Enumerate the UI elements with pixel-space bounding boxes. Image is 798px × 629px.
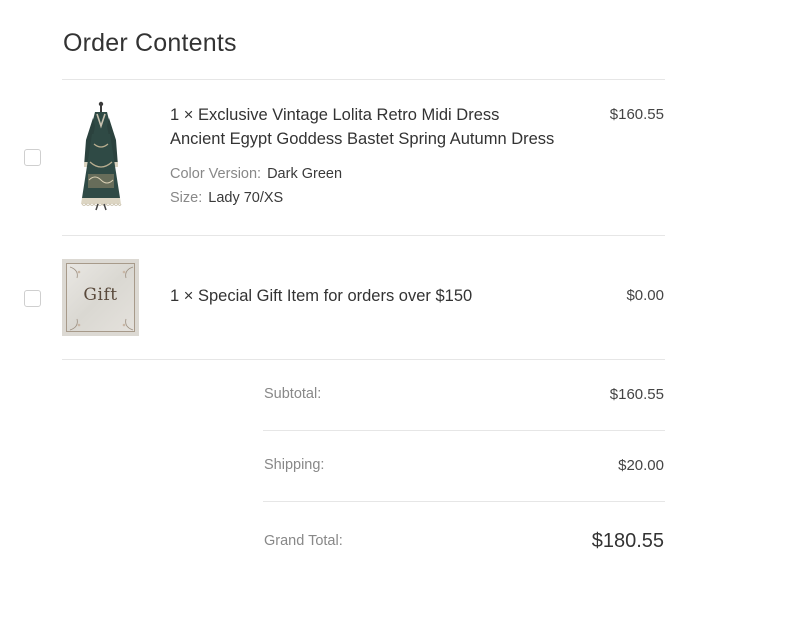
- divider: [62, 359, 665, 360]
- divider: [62, 79, 665, 80]
- subtotal-label: Subtotal:: [264, 386, 322, 402]
- option-value: Dark Green: [267, 166, 343, 182]
- gift-card-text: Gift: [83, 285, 118, 305]
- product-image: [70, 100, 132, 212]
- shipping-value: $20.00: [618, 457, 664, 474]
- divider: [62, 235, 665, 236]
- item-price: $160.55: [609, 106, 664, 123]
- shipping-label: Shipping:: [264, 457, 325, 473]
- item-checkbox[interactable]: [24, 290, 41, 307]
- page-title: Order Contents: [63, 29, 237, 57]
- divider: [263, 430, 665, 431]
- item-option-size: Size: Lady 70/XS: [170, 190, 283, 206]
- option-label: Size:: [170, 190, 203, 206]
- item-title-line-1: 1 × Special Gift Item for orders over $1…: [170, 287, 473, 305]
- subtotal-value: $160.55: [609, 386, 664, 403]
- divider: [263, 501, 665, 502]
- dress-icon: [81, 101, 122, 211]
- item-title-line-2: Ancient Egypt Goddess Bastet Spring Autu…: [170, 130, 555, 148]
- gift-card-icon: Gift: [62, 259, 139, 336]
- grand-total-value: $180.55: [591, 530, 664, 552]
- grand-total-label: Grand Total:: [264, 533, 343, 549]
- item-price: $0.00: [626, 287, 664, 304]
- item-option-color: Color Version: Dark Green: [170, 166, 342, 182]
- option-value: Lady 70/XS: [208, 190, 284, 206]
- option-label: Color Version:: [170, 166, 262, 182]
- item-title-line-1: 1 × Exclusive Vintage Lolita Retro Midi …: [170, 106, 500, 124]
- item-checkbox[interactable]: [24, 149, 41, 166]
- product-image: Gift: [62, 259, 139, 336]
